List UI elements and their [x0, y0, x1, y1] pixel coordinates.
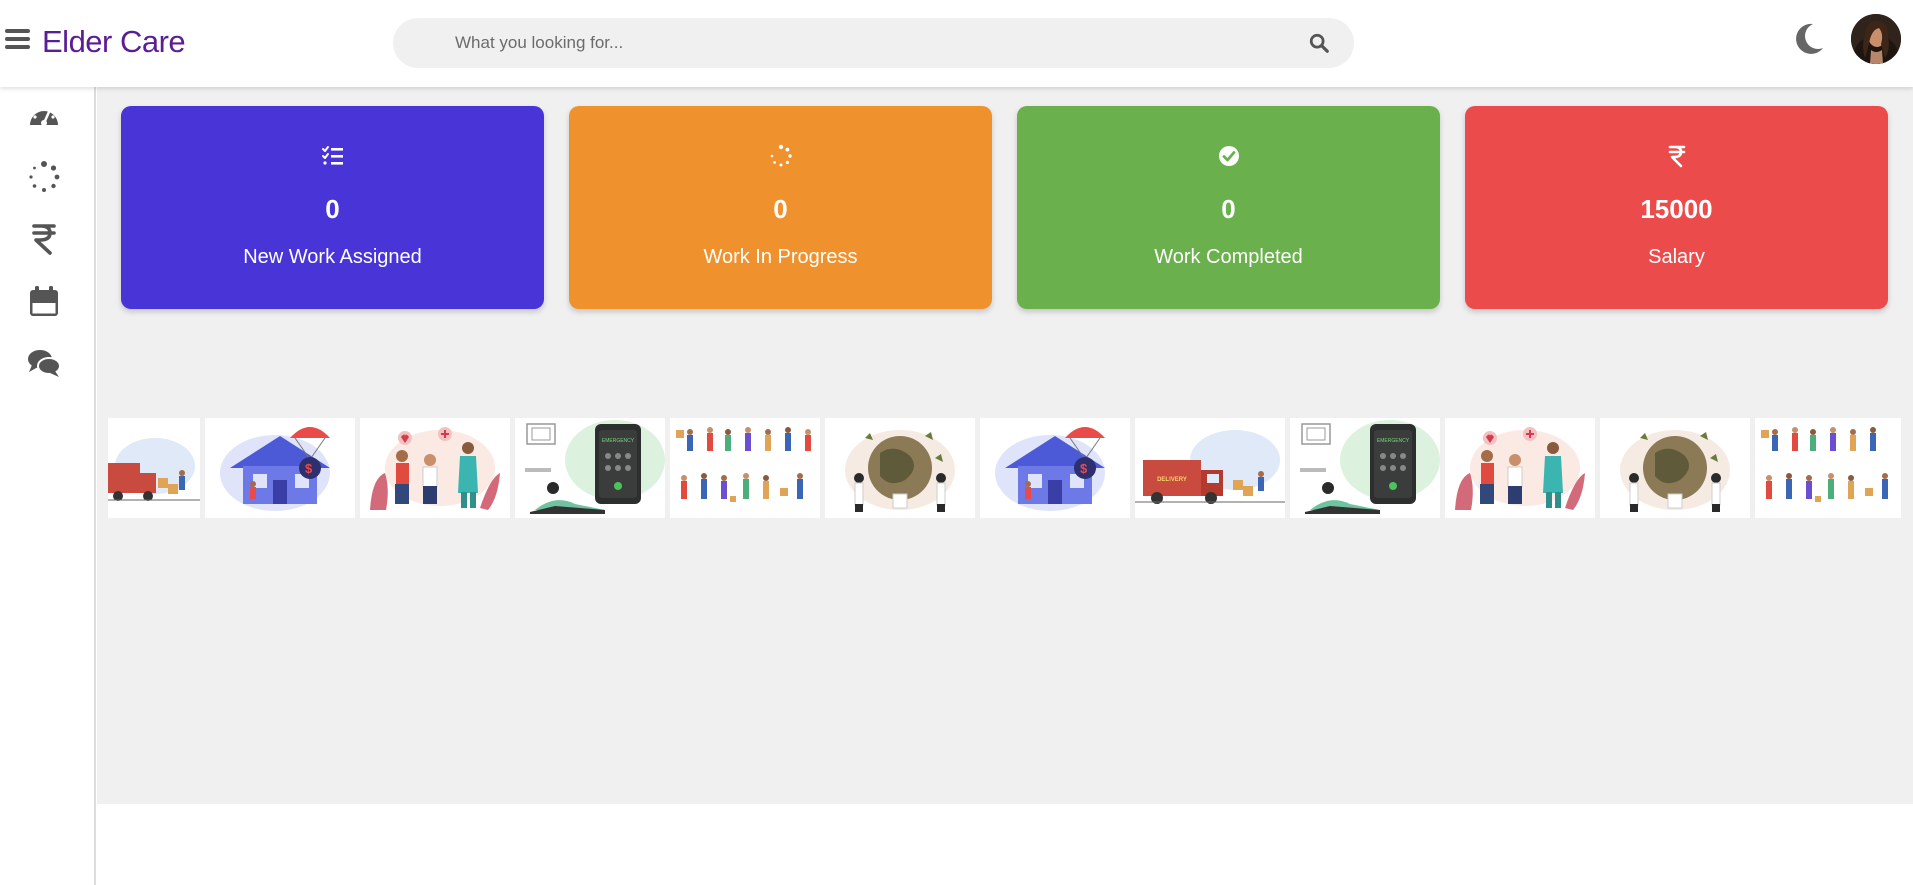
illustration-carousel[interactable]: $ EMERGENCY $ DELIVERY EMERGENCY — [108, 418, 1901, 518]
calendar-icon[interactable] — [26, 283, 62, 319]
stat-card-salary[interactable]: 15000 Salary — [1465, 106, 1888, 309]
stat-card-new-work[interactable]: 0 New Work Assigned — [121, 106, 544, 309]
gallery-tile-doctor-2[interactable] — [1445, 418, 1595, 518]
emergency-label: EMERGENCY — [602, 438, 635, 444]
stat-label: Salary — [1648, 246, 1705, 268]
svg-text:$: $ — [1080, 461, 1088, 476]
stat-value: 0 — [773, 194, 788, 224]
search-bar — [393, 18, 1354, 68]
house-insurance-illustration: $ — [220, 427, 330, 511]
globe-care-illustration — [845, 430, 955, 512]
gallery-tile-house-insurance-2[interactable]: $ — [980, 418, 1130, 518]
stat-label: Work Completed — [1154, 246, 1303, 268]
emergency-call-illustration: EMERGENCY — [525, 420, 665, 514]
rupee-icon[interactable] — [26, 221, 62, 257]
stat-value: 15000 — [1640, 194, 1713, 224]
stat-card-work-in-progress[interactable]: 0 Work In Progress — [569, 106, 992, 309]
doctor-consultation-illustration — [370, 427, 500, 510]
svg-text:$: $ — [305, 461, 313, 476]
hamburger-menu-icon[interactable] — [5, 29, 30, 51]
gallery-tile-globe-2[interactable] — [1600, 418, 1750, 518]
emergency-call-illustration: EMERGENCY — [1300, 420, 1440, 514]
stat-label: New Work Assigned — [243, 246, 422, 268]
stat-card-work-completed[interactable]: 0 Work Completed — [1017, 106, 1440, 309]
delivery-label: DELIVERY — [1157, 477, 1187, 483]
app-title[interactable]: Elder Care — [42, 24, 186, 60]
emergency-label: EMERGENCY — [1377, 438, 1410, 444]
stat-label: Work In Progress — [703, 246, 858, 268]
gallery-tile-emergency[interactable]: EMERGENCY — [515, 418, 665, 518]
globe-care-illustration — [1620, 430, 1730, 512]
task-list-icon — [321, 146, 343, 165]
spinner-icon[interactable] — [26, 159, 62, 195]
search-icon[interactable] — [1308, 32, 1330, 54]
gallery-tile-emergency-2[interactable]: EMERGENCY — [1290, 418, 1440, 518]
spinner-icon — [770, 144, 792, 167]
gallery-tile-delivery[interactable] — [108, 418, 200, 518]
search-input[interactable] — [455, 18, 1275, 68]
doctor-consultation-illustration — [1455, 427, 1585, 510]
rupee-icon — [1668, 145, 1685, 168]
check-circle-icon — [1218, 146, 1239, 166]
stat-value: 0 — [1221, 194, 1236, 224]
user-avatar[interactable] — [1851, 14, 1901, 64]
gallery-tile-people-2[interactable] — [1755, 418, 1901, 518]
dark-mode-moon-icon[interactable] — [1793, 22, 1825, 56]
gallery-tile-delivery-2[interactable]: DELIVERY — [1135, 418, 1285, 518]
house-insurance-illustration: $ — [995, 427, 1105, 511]
gallery-tile-house-insurance[interactable]: $ — [205, 418, 355, 518]
chat-icon[interactable] — [26, 345, 62, 381]
delivery-truck-illustration — [108, 438, 200, 501]
sidebar — [0, 87, 96, 885]
gallery-tile-people[interactable] — [670, 418, 820, 518]
top-navbar: Elder Care — [0, 0, 1913, 87]
delivery-truck-illustration: DELIVERY — [1135, 430, 1285, 504]
gallery-tile-globe[interactable] — [825, 418, 975, 518]
people-group-illustration — [676, 427, 811, 502]
dashboard-icon[interactable] — [26, 97, 62, 133]
gallery-tile-doctor[interactable] — [360, 418, 510, 518]
people-group-illustration — [1761, 427, 1888, 502]
stat-value: 0 — [325, 194, 340, 224]
